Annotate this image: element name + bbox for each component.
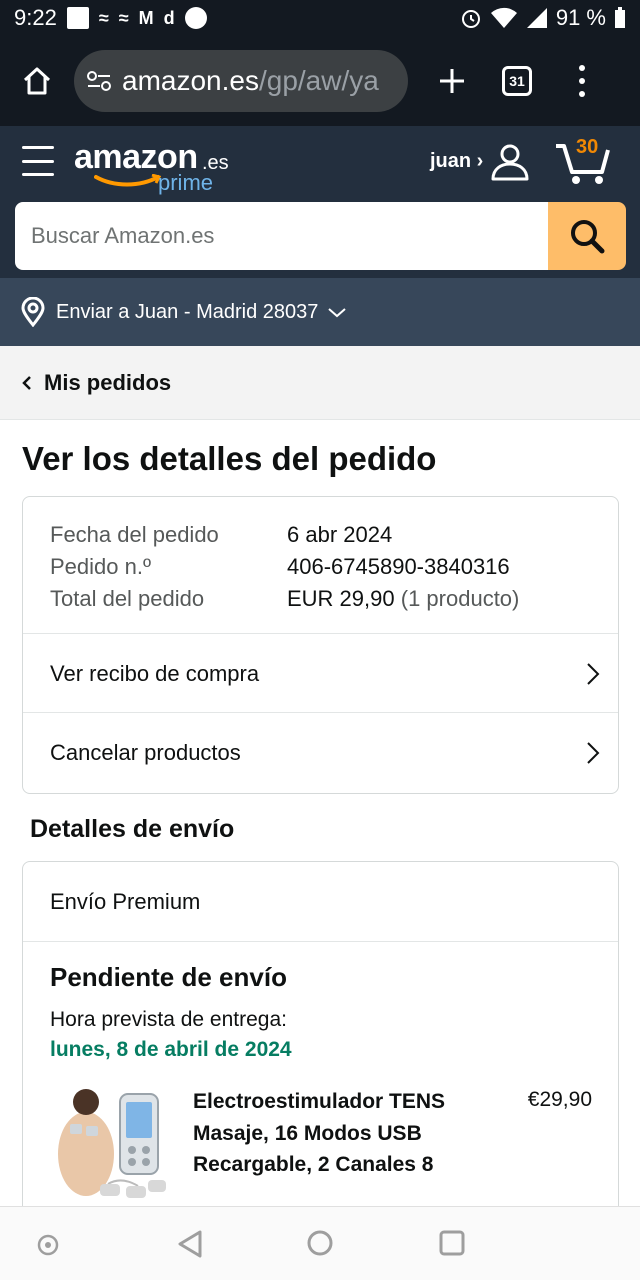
back-icon[interactable] bbox=[176, 1229, 204, 1259]
gmail-icon: M bbox=[138, 7, 154, 28]
amazon-logo[interactable]: amazon .es prime bbox=[74, 138, 234, 198]
shipping-status: Pendiente de envío bbox=[50, 962, 287, 992]
product-price: €29,90 bbox=[527, 1088, 592, 1111]
url-text: amazon.es/gp/aw/ya bbox=[122, 65, 379, 97]
url-host: amazon.es bbox=[122, 65, 259, 96]
notification-app-icon: ≈ bbox=[98, 7, 109, 28]
logo-smile-icon bbox=[94, 174, 162, 187]
chevron-down-icon bbox=[328, 308, 347, 318]
eta-label: Hora prevista de entrega: bbox=[50, 1008, 287, 1031]
order-number-label: Pedido n.º bbox=[50, 554, 151, 579]
recents-icon[interactable] bbox=[438, 1229, 466, 1257]
product-image[interactable] bbox=[48, 1084, 172, 1208]
shipping-method: Envío Premium bbox=[23, 862, 618, 942]
notification-circle-icon bbox=[184, 7, 207, 29]
url-path: /gp/aw/ya bbox=[258, 65, 379, 96]
order-summary-grid: Fecha del pedido 6 abr 2024 Pedido n.º 4… bbox=[23, 497, 618, 615]
browser-toolbar: amazon.es/gp/aw/ya 31 bbox=[0, 36, 640, 126]
logo-prime: prime bbox=[158, 170, 214, 195]
new-tab-button[interactable] bbox=[432, 61, 472, 101]
order-total-row: Total del pedido EUR 29,90 (1 producto) bbox=[50, 583, 618, 615]
hamburger-icon[interactable] bbox=[22, 146, 54, 176]
chevron-right-icon bbox=[587, 742, 600, 764]
account-link[interactable]: juan › bbox=[430, 150, 483, 173]
product-title[interactable]: Electroestimulador TENS Masaje, 16 Modos… bbox=[193, 1086, 493, 1181]
search-input[interactable] bbox=[15, 202, 548, 270]
battery-icon bbox=[615, 7, 625, 28]
order-total-value: EUR 29,90 (1 producto) bbox=[287, 583, 519, 615]
status-time: 9:22 bbox=[14, 5, 57, 30]
order-total-amount: EUR 29,90 bbox=[287, 586, 395, 611]
shipping-section-title: Detalles de envío bbox=[30, 815, 235, 843]
order-date-label: Fecha del pedido bbox=[50, 522, 219, 547]
breadcrumb-my-orders[interactable]: Mis pedidos bbox=[44, 370, 171, 396]
home-button[interactable] bbox=[12, 56, 62, 106]
alarm-icon bbox=[461, 10, 480, 28]
tabs-button[interactable]: 31 bbox=[502, 66, 532, 96]
location-pin-icon bbox=[21, 297, 45, 327]
order-date-value: 6 abr 2024 bbox=[287, 522, 393, 547]
deliver-to-bar[interactable]: Enviar a Juan - Madrid 28037 bbox=[0, 278, 640, 346]
order-total-label: Total del pedido bbox=[50, 586, 205, 611]
search-bar bbox=[15, 202, 626, 270]
eta-date: lunes, 8 de abril de 2024 bbox=[50, 1038, 292, 1061]
wifi-icon bbox=[490, 7, 517, 28]
view-receipt-link[interactable]: Ver recibo de compra bbox=[23, 633, 618, 713]
cart-button[interactable]: 30 bbox=[554, 136, 616, 186]
order-number-row: Pedido n.º 406-6745890-3840316 bbox=[50, 551, 618, 583]
plus-icon bbox=[440, 69, 464, 93]
notification-d-icon: d bbox=[163, 7, 175, 28]
cart-count: 30 bbox=[576, 136, 599, 158]
breadcrumb[interactable]: Mis pedidos bbox=[0, 346, 640, 420]
home-circle-icon[interactable] bbox=[306, 1229, 334, 1257]
order-date-row: Fecha del pedido 6 abr 2024 bbox=[50, 519, 618, 551]
user-icon[interactable] bbox=[490, 142, 530, 182]
overflow-menu-icon[interactable] bbox=[572, 61, 592, 101]
order-summary-card: Fecha del pedido 6 abr 2024 Pedido n.º 4… bbox=[22, 496, 619, 794]
chevron-right-icon bbox=[587, 663, 600, 685]
search-icon bbox=[571, 220, 605, 254]
system-nav-bar bbox=[0, 1206, 640, 1280]
notification-app-icon: ≈ bbox=[118, 7, 129, 28]
accessibility-dot-icon[interactable] bbox=[36, 1233, 60, 1257]
status-bar: 9:22 ≈ ≈ M d 91 % bbox=[0, 0, 640, 36]
search-button[interactable] bbox=[548, 202, 626, 270]
page-title: Ver los detalles del pedido bbox=[22, 440, 437, 477]
notification-square-icon bbox=[66, 7, 89, 29]
order-number-value: 406-6745890-3840316 bbox=[287, 554, 510, 579]
shipping-card: Envío Premium Pendiente de envío Hora pr… bbox=[22, 861, 619, 1221]
url-bar[interactable]: amazon.es/gp/aw/ya bbox=[74, 50, 408, 112]
order-item-count: (1 producto) bbox=[400, 586, 520, 611]
chevron-left-icon bbox=[22, 375, 31, 390]
view-receipt-label: Ver recibo de compra bbox=[50, 660, 260, 686]
site-settings-icon[interactable] bbox=[86, 70, 112, 92]
home-icon bbox=[23, 67, 51, 95]
signal-icon bbox=[526, 8, 547, 28]
cancel-items-label: Cancelar productos bbox=[50, 739, 241, 765]
cancel-items-link[interactable]: Cancelar productos bbox=[23, 712, 618, 792]
battery-percent: 91 % bbox=[555, 5, 606, 30]
amazon-header: amazon .es prime juan › 30 bbox=[0, 126, 640, 278]
deliver-to-text: Enviar a Juan - Madrid 28037 bbox=[56, 300, 319, 323]
